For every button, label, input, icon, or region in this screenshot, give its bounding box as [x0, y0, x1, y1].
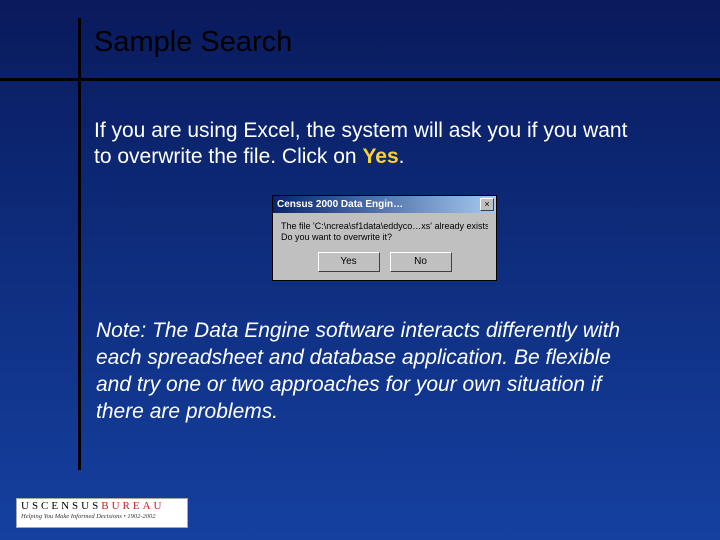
- overwrite-dialog: Census 2000 Data Engin… × The file 'C:\n…: [272, 195, 497, 281]
- vertical-rule: [78, 18, 81, 470]
- yes-button[interactable]: Yes: [318, 252, 380, 272]
- dialog-line-1: The file 'C:\ncrea\sf1data\eddyco…xs' al…: [281, 221, 488, 232]
- footer-brand-pre: USCENSUS: [21, 500, 101, 512]
- note-paragraph: Note: The Data Engine software interacts…: [96, 318, 651, 426]
- close-icon[interactable]: ×: [480, 198, 494, 211]
- footer-badge: USCENSUSBUREAU Helping You Make Informed…: [16, 498, 188, 528]
- no-button[interactable]: No: [390, 252, 452, 272]
- dialog-button-row: Yes No: [273, 248, 496, 280]
- dialog-titlebar: Census 2000 Data Engin… ×: [273, 196, 496, 213]
- body-paragraph: If you are using Excel, the system will …: [94, 118, 649, 171]
- footer-brand: USCENSUSBUREAU: [21, 501, 183, 512]
- footer-tagline: Helping You Make Informed Decisions • 19…: [21, 513, 183, 520]
- yes-word: Yes: [362, 145, 398, 168]
- footer-brand-post: BUREAU: [101, 500, 164, 512]
- dialog-message: The file 'C:\ncrea\sf1data\eddyco…xs' al…: [273, 213, 496, 248]
- body-pre: If you are using Excel, the system will …: [94, 119, 627, 168]
- slide-title: Sample Search: [94, 26, 292, 59]
- body-post: .: [399, 145, 405, 168]
- horizontal-rule: [0, 78, 720, 81]
- dialog-title: Census 2000 Data Engin…: [277, 199, 403, 210]
- dialog-line-2: Do you want to overwrite it?: [281, 232, 488, 243]
